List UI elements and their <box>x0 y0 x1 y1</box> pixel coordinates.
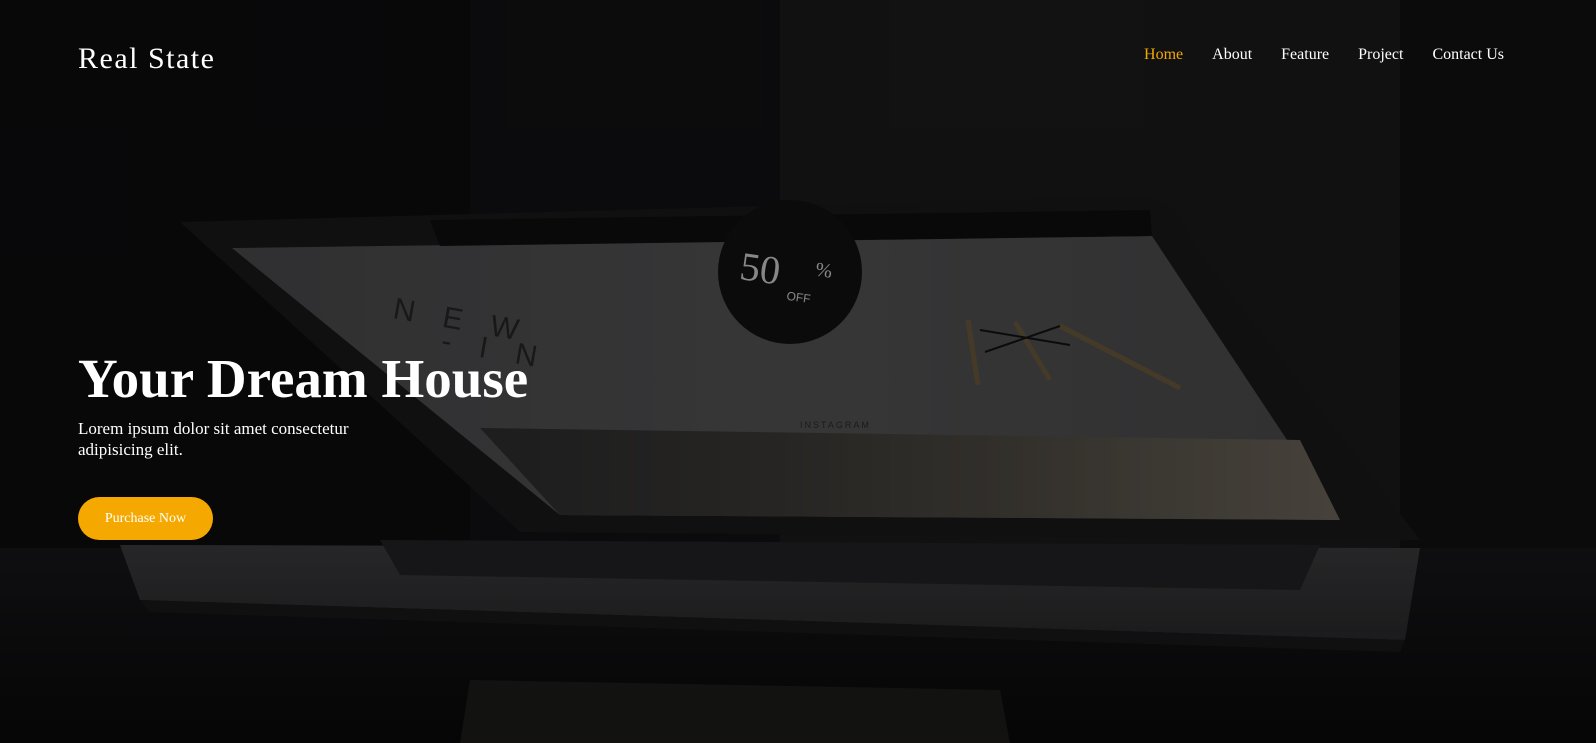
hero-section: 50 % OFF N E W - I N INSTAGRAM Real Stat… <box>0 0 1596 743</box>
hero-title: Your Dream House <box>78 348 529 409</box>
purchase-now-button[interactable]: Purchase Now <box>78 497 213 540</box>
brand-logo[interactable]: Real State <box>78 42 215 76</box>
nav-link-project[interactable]: Project <box>1358 46 1403 64</box>
nav-link-contact[interactable]: Contact Us <box>1432 46 1504 64</box>
hero-subtitle: Lorem ipsum dolor sit amet consectetur a… <box>78 419 349 459</box>
hero-content: Your Dream House Lorem ipsum dolor sit a… <box>78 348 598 540</box>
nav-link-feature[interactable]: Feature <box>1281 46 1329 64</box>
nav-link-home[interactable]: Home <box>1144 46 1183 64</box>
nav-link-about[interactable]: About <box>1212 46 1252 64</box>
main-nav: Home About Feature Project Contact Us <box>1144 46 1504 64</box>
site-header: Real State Home About Feature Project Co… <box>0 0 1596 120</box>
